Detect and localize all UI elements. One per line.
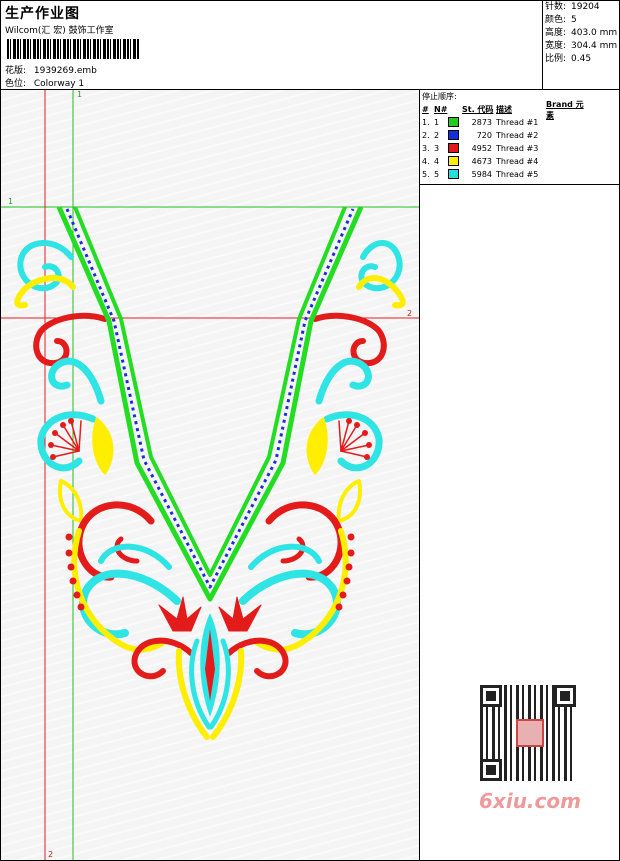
thread-rows: 1. 1 2873 Thread #1 2. 2 720 Thread #2 3. 3 4952 Th… <box>420 116 619 181</box>
design-left-side <box>14 240 212 740</box>
design-file-row: 花版: 1939269.emb <box>5 63 97 76</box>
barcode <box>7 39 139 59</box>
thread-color-swatch <box>448 155 459 166</box>
guide-label-h2: 2 <box>407 309 412 318</box>
design-stats: 针数: 19204 颜色: 5 高度: 403.0 mm 宽度: 304.4 mm 比例… <box>542 1 619 89</box>
thread-row: 4. 4 4673 Thread #4 <box>422 155 539 166</box>
stat-colors: 颜色: 5 <box>545 15 577 25</box>
thread-table: 停止顺序: # N# St. 代码 描述 Brand 元素 1. 1 2873 Thr… <box>420 90 619 185</box>
thread-color-swatch <box>448 116 459 127</box>
stat-height: 高度: 403.0 mm <box>545 28 618 38</box>
thread-color-swatch <box>448 168 459 179</box>
colorway-label: 色位: <box>5 79 27 89</box>
thread-row: 5. 5 5984 Thread #5 <box>422 168 539 179</box>
stat-width: 宽度: 304.4 mm <box>545 41 618 51</box>
watermark-text: 6xiu.com <box>479 789 581 813</box>
design-right-side <box>208 240 406 740</box>
guide-label-v2: 2 <box>48 850 53 859</box>
seal-stamp <box>516 719 544 747</box>
stat-scale: 比例: 0.45 <box>545 54 592 64</box>
guide-label-v1: 1 <box>77 90 82 99</box>
thread-row: 2. 2 720 Thread #2 <box>422 129 539 140</box>
watermark: 6xiu.com <box>470 679 586 819</box>
design-label: 花版: <box>5 66 27 76</box>
thread-row: 3. 3 4952 Thread #3 <box>422 142 539 153</box>
colorway-row: 色位: Colorway 1 <box>5 76 84 89</box>
production-sheet: 生产作业图 Wilcom(汇 宏) 鼓饰工作室 花版: 1939269.emb … <box>0 0 620 861</box>
thread-table-header: # N# St. 代码 描述 Brand 元素 <box>422 99 584 120</box>
embroidery-canvas: 1 1 2 2 <box>1 90 420 860</box>
guide-label-h1: 1 <box>8 197 13 206</box>
embroidery-design: 1 1 2 2 <box>1 90 419 860</box>
sheet-header: 生产作业图 Wilcom(汇 宏) 鼓饰工作室 花版: 1939269.emb … <box>1 1 619 90</box>
thread-color-swatch <box>448 142 459 153</box>
thread-color-swatch <box>448 129 459 140</box>
stat-stitches: 针数: 19204 <box>545 2 600 12</box>
page-title: 生产作业图 <box>5 6 80 22</box>
qr-code <box>480 685 576 781</box>
colorway-value: Colorway 1 <box>33 79 85 89</box>
design-file-value: 1939269.emb <box>33 66 97 76</box>
neckline <box>56 205 364 602</box>
design-center-motif <box>200 613 220 717</box>
company-name: Wilcom(汇 宏) 鼓饰工作室 <box>5 26 114 36</box>
